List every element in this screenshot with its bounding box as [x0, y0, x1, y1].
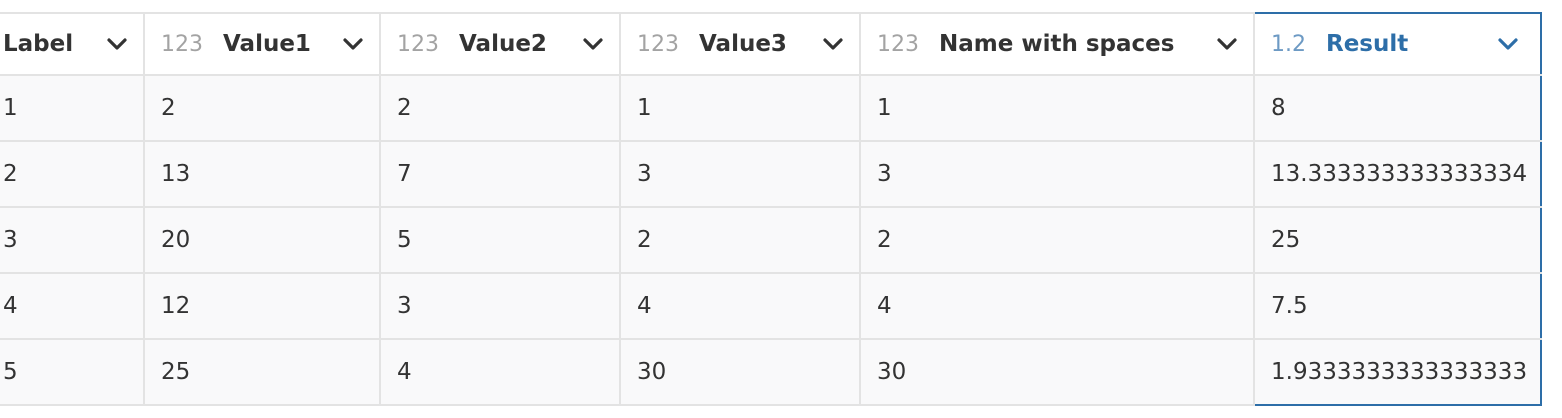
- column-header-name-with-spaces[interactable]: 123 Name with spaces: [859, 12, 1255, 76]
- cell-label[interactable]: 4: [0, 272, 145, 340]
- table-row: 2 13 7 3 3 13.333333333333334: [0, 140, 1542, 208]
- column-type-badge: 1.2: [1271, 31, 1306, 57]
- cell-label[interactable]: 5: [0, 338, 145, 406]
- column-name: Value3: [699, 31, 787, 57]
- cell-result[interactable]: 13.333333333333334: [1253, 140, 1542, 208]
- cell-value3[interactable]: 4: [619, 272, 861, 340]
- chevron-down-icon[interactable]: [1215, 32, 1239, 56]
- cell-result[interactable]: 25: [1253, 206, 1542, 274]
- cell-result[interactable]: 7.5: [1253, 272, 1542, 340]
- cell-name-with-spaces[interactable]: 3: [859, 140, 1255, 208]
- cell-value2[interactable]: 7: [379, 140, 621, 208]
- cell-value1[interactable]: 2: [143, 74, 381, 142]
- cell-value1[interactable]: 13: [143, 140, 381, 208]
- column-name: Name with spaces: [939, 31, 1175, 57]
- table-row: 4 12 3 4 4 7.5: [0, 272, 1542, 340]
- table-row: 1 2 2 1 1 8: [0, 74, 1542, 142]
- cell-value2[interactable]: 5: [379, 206, 621, 274]
- cell-value3[interactable]: 3: [619, 140, 861, 208]
- cell-value3[interactable]: 1: [619, 74, 861, 142]
- column-header-value3[interactable]: 123 Value3: [619, 12, 861, 76]
- chevron-down-icon[interactable]: [581, 32, 605, 56]
- chevron-down-icon[interactable]: [341, 32, 365, 56]
- header-row: Label 123 Value1 123 Value2 123 Value3 1…: [0, 12, 1542, 76]
- cell-value1[interactable]: 25: [143, 338, 381, 406]
- cell-value2[interactable]: 4: [379, 338, 621, 406]
- cell-name-with-spaces[interactable]: 1: [859, 74, 1255, 142]
- cell-name-with-spaces[interactable]: 30: [859, 338, 1255, 406]
- cell-label[interactable]: 3: [0, 206, 145, 274]
- column-type-badge: 123: [637, 31, 679, 57]
- chevron-down-icon[interactable]: [821, 32, 845, 56]
- table-row: 5 25 4 30 30 1.9333333333333333: [0, 338, 1542, 406]
- cell-value2[interactable]: 2: [379, 74, 621, 142]
- cell-result[interactable]: 8: [1253, 74, 1542, 142]
- column-type-badge: 123: [397, 31, 439, 57]
- cell-result[interactable]: 1.9333333333333333: [1253, 338, 1542, 406]
- chevron-down-icon[interactable]: [1496, 32, 1520, 56]
- table-row: 3 20 5 2 2 25: [0, 206, 1542, 274]
- cell-value3[interactable]: 30: [619, 338, 861, 406]
- cell-name-with-spaces[interactable]: 2: [859, 206, 1255, 274]
- column-header-label[interactable]: Label: [0, 12, 145, 76]
- column-name: Label: [3, 31, 74, 57]
- cell-value3[interactable]: 2: [619, 206, 861, 274]
- chevron-down-icon[interactable]: [105, 32, 129, 56]
- column-header-value1[interactable]: 123 Value1: [143, 12, 381, 76]
- cell-value1[interactable]: 12: [143, 272, 381, 340]
- column-name: Value2: [459, 31, 547, 57]
- column-type-badge: 123: [877, 31, 919, 57]
- cell-name-with-spaces[interactable]: 4: [859, 272, 1255, 340]
- cell-label[interactable]: 1: [0, 74, 145, 142]
- cell-value1[interactable]: 20: [143, 206, 381, 274]
- cell-label[interactable]: 2: [0, 140, 145, 208]
- column-header-result[interactable]: 1.2 Result: [1253, 12, 1542, 76]
- column-type-badge: 123: [161, 31, 203, 57]
- column-name: Result: [1326, 31, 1409, 57]
- column-name: Value1: [223, 31, 311, 57]
- column-header-value2[interactable]: 123 Value2: [379, 12, 621, 76]
- cell-value2[interactable]: 3: [379, 272, 621, 340]
- data-grid: Label 123 Value1 123 Value2 123 Value3 1…: [0, 12, 1542, 406]
